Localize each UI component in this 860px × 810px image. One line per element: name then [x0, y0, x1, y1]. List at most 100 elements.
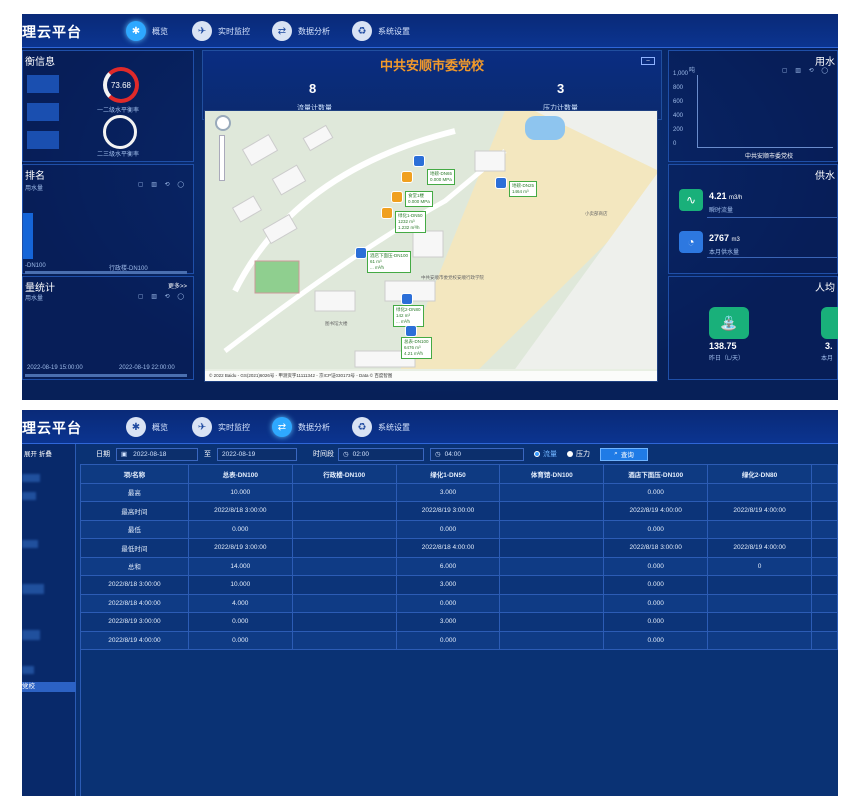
time-to-input[interactable]: ◷ 04:00: [430, 447, 524, 461]
expand-button[interactable]: 展开: [24, 451, 37, 458]
table-cell: [291, 519, 397, 539]
pressure-pin[interactable]: [381, 207, 393, 219]
statistics-scrollbar[interactable]: [25, 374, 187, 377]
nav-analysis[interactable]: ⇄ 数据分析: [272, 20, 330, 42]
ranking-bar: [23, 213, 33, 259]
meter-tooltip: 酒店下面压-DN100 61 m³... m³/h: [367, 251, 412, 273]
table-cell: 2022/8/19 3:00:00: [80, 612, 189, 632]
nav-monitor[interactable]: ✈ 实时监控: [192, 416, 250, 438]
chart-toolbar-icons[interactable]: ▢ ▥ ⟲ ◯: [138, 293, 187, 300]
water-usage-title: 用水: [815, 57, 835, 68]
meter-pin[interactable]: [405, 325, 417, 337]
ranking-scrollbar[interactable]: [25, 271, 187, 274]
table-cell: 0.000: [395, 630, 501, 650]
nav-overview[interactable]: ✱ 概览: [126, 20, 168, 42]
meter-pin[interactable]: [495, 177, 507, 189]
more-link[interactable]: 更多>>: [168, 281, 187, 290]
monthly-supply-unit: m3: [731, 237, 740, 243]
pressure-pin[interactable]: [391, 191, 403, 203]
tree-item[interactable]: [22, 474, 40, 482]
table-cell: 总和: [80, 556, 189, 576]
column-header[interactable]: 酒店下面压-DN100: [603, 464, 709, 484]
chart-toolbar-icons[interactable]: ▢ ▥ ⟲ ◯: [138, 181, 187, 188]
table-cell: [810, 630, 838, 650]
table-cell: 最高时间: [80, 501, 189, 521]
table-cell: [707, 593, 812, 613]
meter-pin[interactable]: [355, 247, 367, 259]
table-cell: 2022/8/19 3:00:00: [187, 538, 293, 558]
nav-analysis[interactable]: ⇄ 数据分析: [272, 416, 330, 438]
table-cell: 0.000: [395, 593, 501, 613]
site-tree-sidebar: 展开 折叠 党校: [22, 444, 76, 796]
table-cell: 0.000: [603, 593, 709, 613]
per-capita-panel: 人均 ⛲ 138.75 昨日（L/天） 3. 本月: [668, 276, 838, 380]
pressure-pin[interactable]: [401, 171, 413, 183]
gauge-icon: ✱: [126, 21, 146, 41]
tree-item[interactable]: [22, 540, 38, 548]
map-label-school: 中共安顺市委党校安顺行政学院: [421, 275, 484, 280]
analysis-icon: ⇄: [272, 21, 292, 41]
map-zoom-slider[interactable]: [219, 135, 225, 181]
table-cell: 2022/8/18 4:00:00: [395, 538, 501, 558]
flow-count: 8: [309, 81, 317, 96]
blurred-block: [27, 131, 59, 149]
campus-map[interactable]: 地磅-DN65 0.000 MPa 地磅-DN25 1464 m³ 食堂1楼 0.00…: [204, 110, 658, 382]
nav-monitor[interactable]: ✈ 实时监控: [192, 20, 250, 42]
monitor-icon: ✈: [192, 21, 212, 41]
balance-gauge-2: [103, 115, 137, 149]
y-tick: 400: [673, 113, 684, 119]
table-cell: 3.000: [395, 612, 501, 632]
column-header[interactable]: 总表-DN100: [187, 464, 293, 484]
table-cell: 3.000: [395, 575, 501, 595]
query-button[interactable]: ⌕ 查询: [600, 447, 648, 461]
tree-item[interactable]: [22, 584, 44, 594]
date-to-input[interactable]: 2022-08-19: [217, 447, 297, 461]
table-cell: 2022/8/19 4:00:00: [707, 538, 812, 558]
table-cell: [707, 519, 812, 539]
column-header-extra: [810, 464, 838, 484]
top-header: 理云平台 ✱ 概览 ✈ 实时监控 ⇄ 数据分析 ♻ 系统设置: [22, 14, 838, 48]
nav-settings[interactable]: ♻ 系统设置: [352, 416, 410, 438]
table-cell: [291, 575, 397, 595]
tree-item-selected[interactable]: 党校: [22, 682, 76, 692]
dashboard-screenshot: 理云平台 ✱ 概览 ✈ 实时监控 ⇄ 数据分析 ♻ 系统设置 衡信息 73.68 一二级…: [22, 14, 838, 400]
monthly-per-capita-value: 3.: [825, 341, 833, 351]
table-row: 2022/8/19 3:00:00 0.000 3.000 0.000: [80, 612, 838, 632]
column-header[interactable]: 绿化2-DN80: [707, 464, 812, 484]
table-cell: 最高: [80, 482, 189, 502]
time-from-input[interactable]: ◷ 02:00: [338, 447, 424, 461]
column-header[interactable]: 项/名称: [80, 464, 189, 484]
map-pan-control[interactable]: [215, 115, 231, 131]
column-header[interactable]: 行政楼-DN100: [291, 464, 397, 484]
table-cell: [707, 612, 812, 632]
collapse-button[interactable]: –: [641, 57, 655, 65]
meter-pin[interactable]: [401, 293, 413, 305]
table-cell: 2022/8/18 3:00:00: [80, 575, 189, 595]
chart-toolbar-icons[interactable]: ▢ ▥ ⟲ ◯: [782, 67, 831, 74]
nav-overview[interactable]: ✱ 概览: [126, 416, 168, 438]
radio-pressure[interactable]: 压力: [567, 449, 590, 459]
table-row: 2022/8/18 4:00:00 4.000 0.000 0.000: [80, 593, 838, 613]
clock-icon: ◷: [343, 451, 349, 458]
table-row: 最高时间 2022/8/18 3:00:00 2022/8/19 3:00:00 20…: [80, 501, 838, 521]
table-cell: 14.000: [187, 556, 293, 576]
collapse-button[interactable]: 折叠: [39, 451, 52, 458]
gauge-label-2: 二三级水平衡率: [97, 152, 140, 158]
table-cell: [291, 593, 397, 613]
table-cell: 0.000: [603, 630, 709, 650]
column-header[interactable]: 绿化1-DN50: [395, 464, 501, 484]
table-border: [80, 650, 81, 796]
radio-flow[interactable]: 流量: [534, 449, 557, 459]
meter-pin[interactable]: [413, 155, 425, 167]
date-from-input[interactable]: ▣ 2022-08-18: [116, 447, 198, 461]
supply-title: 供水: [815, 171, 835, 182]
meter-tooltip: 绿化1-DN50 1232 m³ 1.232 m³/h: [395, 211, 426, 233]
tree-item[interactable]: [22, 492, 36, 500]
monthly-supply-label: 本月供水量: [709, 250, 740, 256]
tree-item[interactable]: [22, 666, 34, 674]
column-header[interactable]: 体育馆-DN100: [499, 464, 605, 484]
tree-item[interactable]: [22, 630, 40, 640]
table-cell: [291, 612, 397, 632]
divider: [707, 257, 837, 258]
nav-settings[interactable]: ♻ 系统设置: [352, 20, 410, 42]
